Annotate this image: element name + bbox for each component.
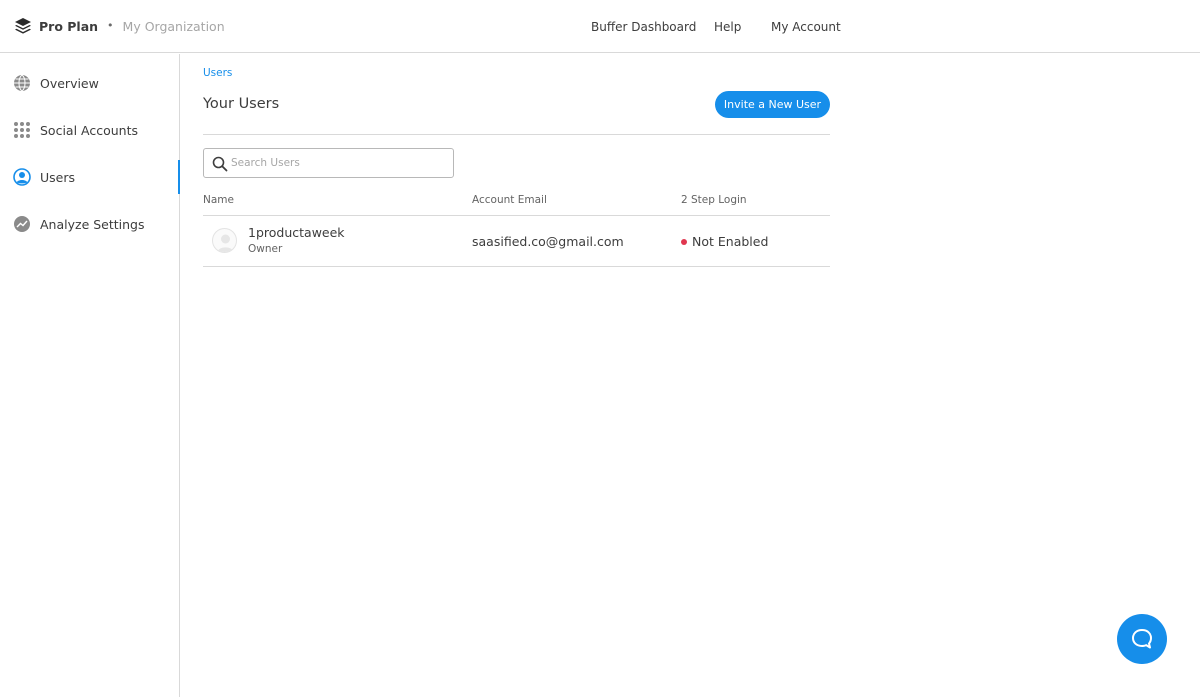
default-avatar-icon (217, 234, 234, 252)
sidebar: Overview Social Accounts Users Analyze S… (0, 54, 180, 697)
nav-buffer-dashboard[interactable]: Buffer Dashboard (591, 20, 696, 34)
sidebar-item-social-accounts[interactable]: Social Accounts (0, 110, 180, 150)
nav-my-account[interactable]: My Account (771, 20, 841, 34)
avatar (212, 228, 237, 253)
nav-help[interactable]: Help (714, 20, 741, 34)
header-divider (203, 134, 830, 135)
page-title: Your Users (203, 96, 280, 112)
search-box (203, 148, 454, 178)
two-step-status-label: Not Enabled (692, 234, 769, 249)
support-chat-button[interactable] (1117, 614, 1167, 664)
sidebar-item-users[interactable]: Users (0, 157, 180, 197)
user-circle-icon (13, 168, 31, 186)
column-header-two-step[interactable]: 2 Step Login (681, 194, 747, 206)
organization-name[interactable]: My Organization (123, 19, 225, 34)
breadcrumb[interactable]: Users (203, 67, 232, 79)
table-header-divider (203, 215, 830, 216)
status-dot-icon (681, 238, 687, 245)
two-step-status: Not Enabled (681, 234, 768, 249)
user-email: saasified.co@gmail.com (472, 234, 624, 249)
plan-name: Pro Plan (39, 18, 99, 34)
column-header-name[interactable]: Name (203, 194, 234, 206)
row-divider (203, 266, 830, 267)
buffer-logo-icon[interactable] (14, 17, 32, 35)
separator-dot: • (107, 18, 114, 32)
sidebar-item-label: Users (40, 169, 76, 185)
sidebar-item-label: Overview (40, 75, 99, 91)
invite-user-button[interactable]: Invite a New User (715, 91, 830, 118)
analytics-icon (13, 215, 31, 233)
search-input[interactable] (231, 154, 446, 172)
chat-bubble-icon (1132, 629, 1152, 649)
sidebar-item-label: Analyze Settings (40, 216, 145, 232)
brand: Pro Plan • My Organization (14, 17, 225, 35)
sidebar-item-overview[interactable]: Overview (0, 63, 180, 103)
active-indicator (178, 160, 180, 194)
column-header-email[interactable]: Account Email (472, 194, 547, 206)
search-icon (212, 156, 228, 172)
user-role: Owner (248, 243, 283, 255)
top-bar: Pro Plan • My Organization Buffer Dashbo… (0, 0, 1200, 53)
globe-icon (13, 74, 31, 92)
user-name: 1productaweek (248, 225, 345, 240)
grid-icon (13, 121, 31, 139)
sidebar-item-analyze-settings[interactable]: Analyze Settings (0, 204, 180, 244)
sidebar-item-label: Social Accounts (40, 122, 139, 138)
